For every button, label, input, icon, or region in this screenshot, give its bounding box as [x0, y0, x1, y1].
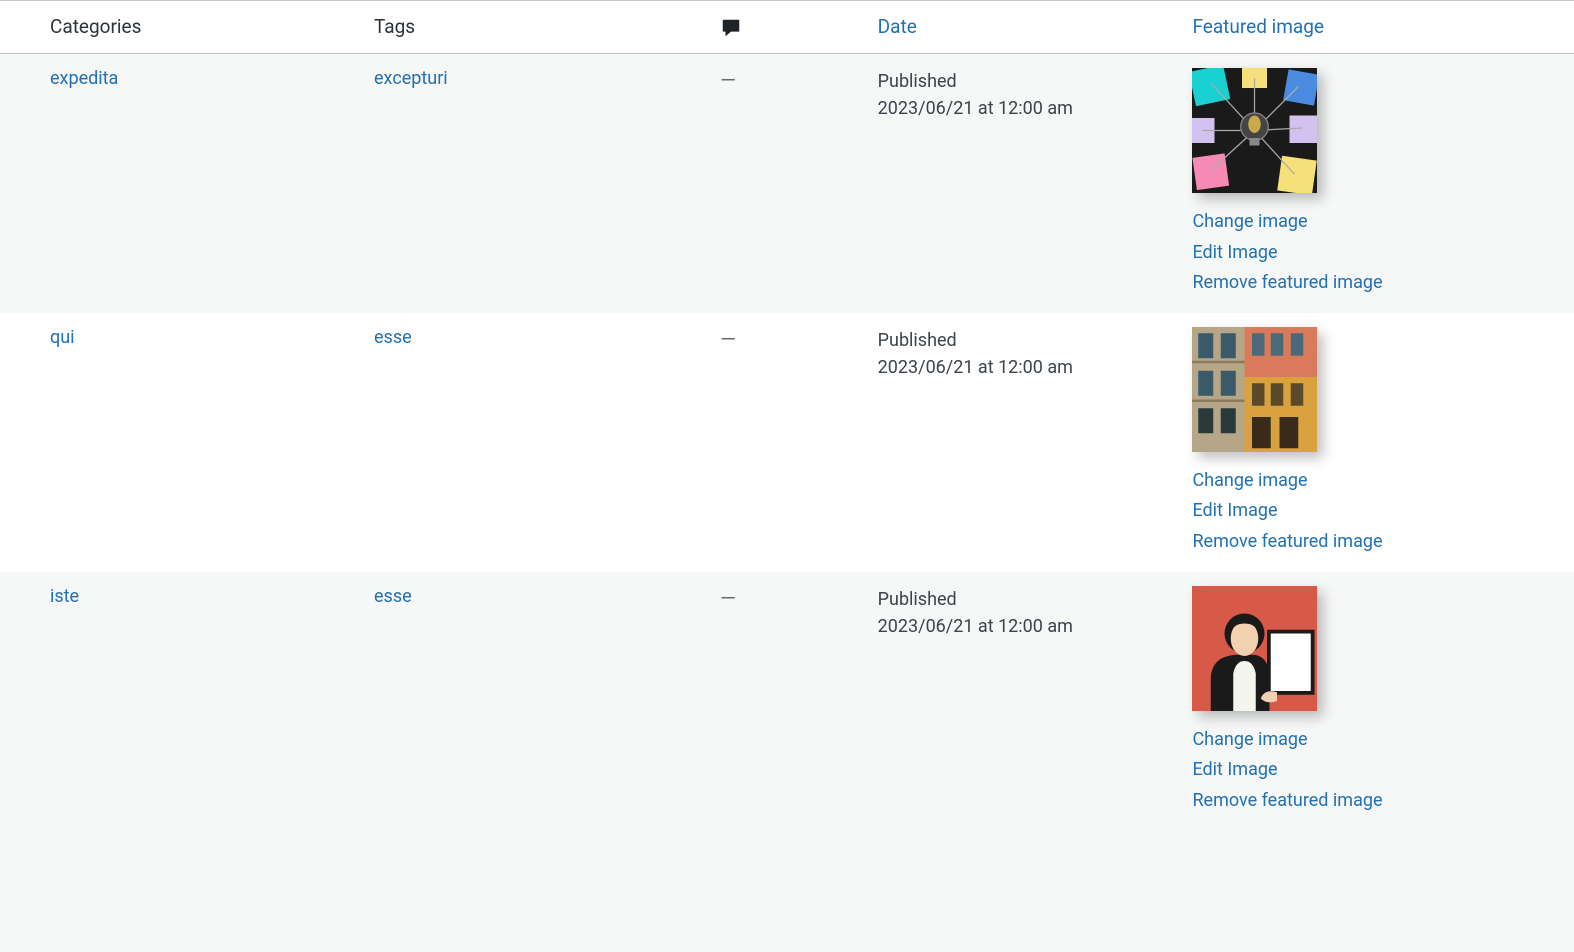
column-header-date[interactable]: Date: [866, 1, 1181, 54]
featured-image-thumbnail[interactable]: [1192, 68, 1317, 193]
remove-featured-image-link[interactable]: Remove featured image: [1192, 786, 1562, 817]
featured-image-thumbnail[interactable]: [1192, 586, 1317, 711]
column-header-featured-image[interactable]: Featured image: [1180, 1, 1574, 54]
comments-count: —: [720, 586, 736, 610]
comment-icon: [720, 17, 742, 39]
column-header-comments[interactable]: [708, 1, 865, 54]
date-time: 2023/06/21 at 12:00 am: [878, 354, 1169, 381]
change-image-link[interactable]: Change image: [1192, 207, 1562, 238]
edit-image-link[interactable]: Edit Image: [1192, 496, 1562, 527]
edit-image-link[interactable]: Edit Image: [1192, 238, 1562, 269]
category-link[interactable]: iste: [50, 586, 79, 607]
comments-count: —: [720, 68, 736, 92]
date-time: 2023/06/21 at 12:00 am: [878, 613, 1169, 640]
remove-featured-image-link[interactable]: Remove featured image: [1192, 268, 1562, 299]
category-link[interactable]: qui: [50, 327, 75, 348]
change-image-link[interactable]: Change image: [1192, 466, 1562, 497]
tag-link[interactable]: esse: [374, 327, 412, 348]
remove-featured-image-link[interactable]: Remove featured image: [1192, 527, 1562, 558]
category-link[interactable]: expedita: [50, 68, 118, 89]
edit-image-link[interactable]: Edit Image: [1192, 755, 1562, 786]
date-status: Published: [878, 586, 1169, 613]
column-header-categories[interactable]: Categories: [0, 1, 362, 54]
date-status: Published: [878, 68, 1169, 95]
comments-count: —: [720, 327, 736, 351]
table-row: iste esse — Published 2023/06/21 at 12:0…: [0, 572, 1574, 831]
date-time: 2023/06/21 at 12:00 am: [878, 95, 1169, 122]
column-header-tags[interactable]: Tags: [362, 1, 708, 54]
tag-link[interactable]: excepturi: [374, 68, 448, 89]
table-row: qui esse — Published 2023/06/21 at 12:00…: [0, 313, 1574, 572]
posts-table: Categories Tags Date Featured image expe…: [0, 0, 1574, 830]
tag-link[interactable]: esse: [374, 586, 412, 607]
date-status: Published: [878, 327, 1169, 354]
change-image-link[interactable]: Change image: [1192, 725, 1562, 756]
table-row: expedita excepturi — Published 2023/06/2…: [0, 53, 1574, 312]
featured-image-thumbnail[interactable]: [1192, 327, 1317, 452]
